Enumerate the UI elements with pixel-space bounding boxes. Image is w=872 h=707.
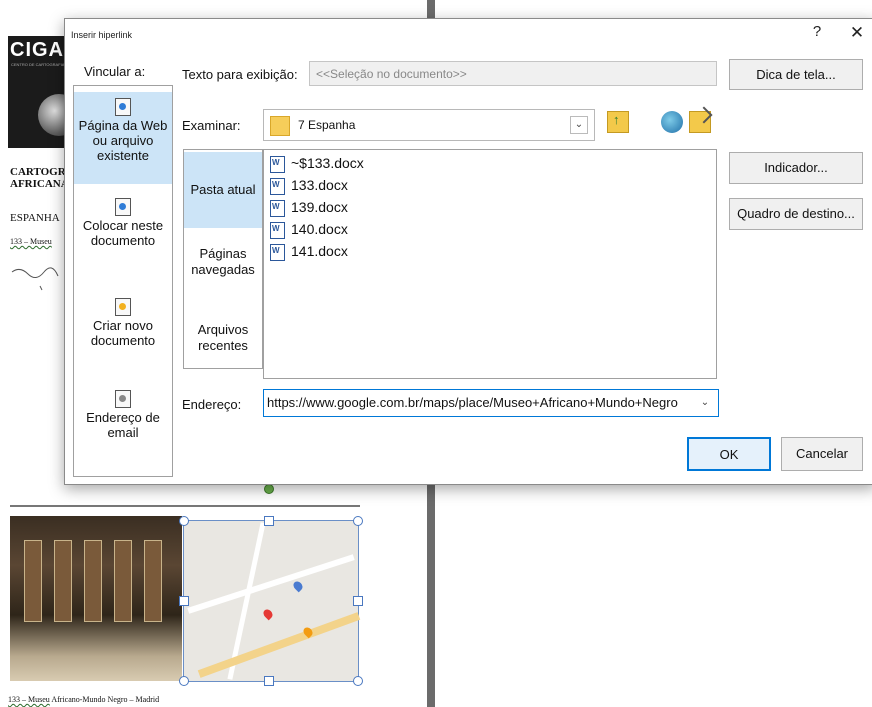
look-in-label: Examinar:	[182, 118, 241, 133]
new-document-icon	[115, 298, 131, 316]
map-sketch	[11, 267, 59, 291]
up-folder-icon[interactable]	[607, 111, 629, 133]
help-button[interactable]: ?	[807, 23, 827, 45]
resize-handle[interactable]	[353, 516, 363, 526]
target-frame-button[interactable]: Quadro de destino...	[729, 198, 863, 230]
resize-handle[interactable]	[353, 676, 363, 686]
link-option-web-page[interactable]: Página da Web ou arquivo existente	[74, 92, 172, 184]
document-heading: CARTOGRAFIA AFRICANA	[10, 166, 68, 190]
document-item-label: 133 – Museu	[10, 237, 52, 246]
nav-current-folder[interactable]: Pasta atual	[184, 152, 262, 228]
browse-file-icon[interactable]	[689, 111, 711, 133]
exhibit-panel	[144, 540, 162, 622]
link-option-new-document[interactable]: Criar novo documento	[74, 298, 172, 378]
word-document-icon	[270, 177, 285, 195]
word-document-icon	[270, 155, 285, 173]
list-item[interactable]: 140.docx	[270, 218, 348, 240]
resize-handle[interactable]	[264, 516, 274, 526]
location-pin-icon	[291, 579, 305, 593]
word-document-icon	[270, 221, 285, 239]
browse-nav-pane: Pasta atual Páginas navegadas Arquivos r…	[183, 149, 263, 369]
list-item[interactable]: 133.docx	[270, 174, 348, 196]
word-document-icon	[270, 199, 285, 217]
caption-prefix: 133 – Museu	[8, 695, 50, 704]
location-pin-icon	[261, 607, 275, 621]
nav-recent-files[interactable]: Arquivos recentes	[184, 322, 262, 354]
link-option-email[interactable]: Endereço de email	[74, 390, 172, 470]
link-option-label: Colocar neste documento	[82, 218, 164, 248]
resize-handle[interactable]	[264, 676, 274, 686]
museum-photo[interactable]	[10, 516, 182, 681]
resize-handle[interactable]	[179, 596, 189, 606]
ok-button[interactable]: OK	[687, 437, 771, 471]
map-road	[187, 554, 355, 614]
file-name: ~$133.docx	[291, 155, 364, 171]
screen-tip-button[interactable]: Dica de tela...	[729, 59, 863, 90]
document-section: ESPANHA	[10, 212, 60, 224]
link-to-label: Vincular a:	[84, 64, 146, 79]
caption-rest: Africano-Mundo Negro – Madrid	[49, 695, 160, 704]
list-item[interactable]: 139.docx	[270, 196, 348, 218]
link-option-this-document[interactable]: Colocar neste documento	[74, 198, 172, 278]
address-input[interactable]: https://www.google.com.br/maps/place/Mus…	[263, 389, 719, 417]
file-list[interactable]: ~$133.docx 133.docx 139.docx 140.docx 14…	[263, 149, 717, 379]
resize-handle[interactable]	[179, 676, 189, 686]
list-item[interactable]: ~$133.docx	[270, 152, 364, 174]
dialog-title: Inserir hiperlink	[71, 30, 133, 40]
image-caption: 133 – Museu Africano-Mundo Negro – Madri…	[8, 695, 159, 704]
display-text-label: Texto para exibição:	[182, 67, 298, 82]
link-option-label: Página da Web ou arquivo existente	[78, 118, 168, 163]
display-text-input[interactable]: <<Seleção no documento>>	[309, 61, 717, 86]
resize-handle[interactable]	[179, 516, 189, 526]
map-road	[197, 612, 361, 678]
exhibit-panel	[84, 540, 102, 622]
close-button[interactable]: ✕	[843, 23, 871, 45]
chevron-down-icon[interactable]: ⌄	[570, 116, 588, 134]
web-page-icon	[115, 98, 131, 116]
cancel-button[interactable]: Cancelar	[781, 437, 863, 471]
logo-text: CIGA	[10, 39, 64, 61]
folder-icon	[270, 116, 290, 136]
list-item[interactable]: 141.docx	[270, 240, 348, 262]
resize-handle[interactable]	[353, 596, 363, 606]
ciga-logo: CIGA CENTRO DE CARTOGRAFIA	[8, 36, 80, 148]
word-document-icon	[270, 243, 285, 261]
insert-hyperlink-dialog: Inserir hiperlink ? ✕ Vincular a: Página…	[64, 18, 872, 485]
look-in-select[interactable]: 7 Espanha ⌄	[263, 109, 595, 141]
file-name: 140.docx	[291, 221, 348, 237]
file-name: 141.docx	[291, 243, 348, 259]
link-to-pane: Página da Web ou arquivo existente Coloc…	[73, 85, 173, 477]
link-option-label: Endereço de email	[86, 410, 160, 440]
link-option-label: Criar novo documento	[90, 318, 156, 348]
file-name: 139.docx	[291, 199, 348, 215]
address-label: Endereço:	[182, 397, 242, 412]
file-name: 133.docx	[291, 177, 348, 193]
email-icon	[115, 390, 131, 408]
exhibit-panel	[54, 540, 72, 622]
address-value: https://www.google.com.br/maps/place/Mus…	[267, 395, 678, 410]
rotate-handle[interactable]	[264, 484, 274, 494]
bookmark-button[interactable]: Indicador...	[729, 152, 863, 184]
browse-web-icon[interactable]	[661, 111, 683, 133]
logo-subtext: CENTRO DE CARTOGRAFIA	[11, 62, 65, 67]
nav-browsed-pages[interactable]: Páginas navegadas	[184, 246, 262, 278]
look-in-value: 7 Espanha	[298, 118, 356, 132]
map-image[interactable]	[183, 520, 361, 682]
image-frame-line	[10, 505, 360, 507]
place-in-document-icon	[115, 198, 131, 216]
exhibit-panel	[114, 540, 132, 622]
exhibit-panel	[24, 540, 42, 622]
chevron-down-icon[interactable]: ⌄	[696, 394, 714, 412]
